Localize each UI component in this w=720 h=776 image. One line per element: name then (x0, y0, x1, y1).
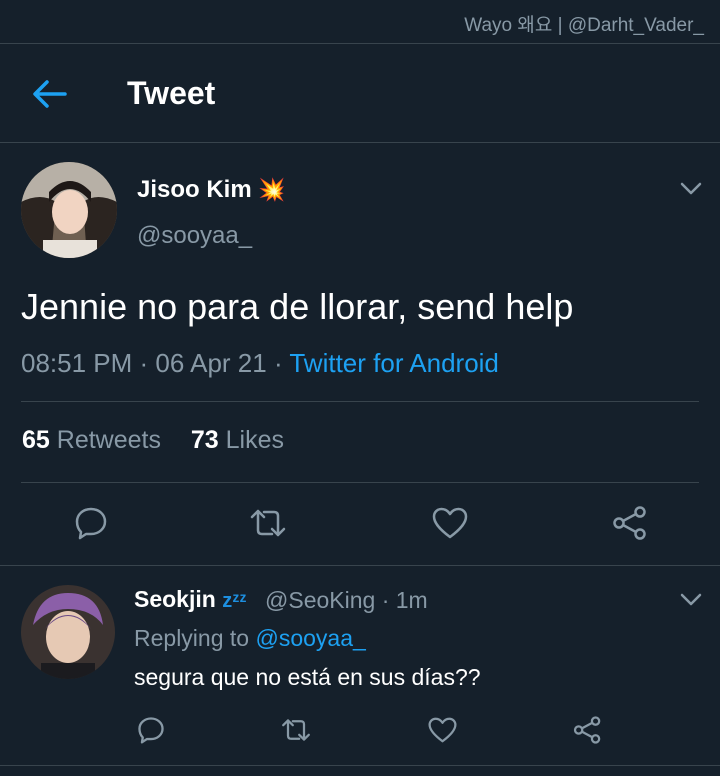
reply-meta: @SeoKing · 1m (265, 587, 428, 614)
tweet-text: Jennie no para de llorar, send help (21, 286, 574, 327)
replying-to: Replying to @sooyaa_ (134, 625, 366, 651)
tweet-source-link[interactable]: Twitter for Android (289, 348, 499, 378)
replying-to-handle-link[interactable]: @sooyaa_ (255, 625, 365, 651)
divider (0, 765, 720, 766)
reply-age: · 1m (375, 587, 428, 613)
retweets-stat[interactable]: 65 Retweets (22, 426, 161, 454)
chevron-down-icon[interactable] (680, 593, 702, 607)
tweet-time: 08:51 PM (21, 348, 133, 378)
explosion-emoji: 💥 (258, 177, 286, 202)
divider (0, 142, 720, 143)
retweet-icon[interactable] (280, 716, 312, 744)
watermark: Wayo 왜요 | @Darht_Vader_ (464, 15, 704, 36)
divider (0, 565, 720, 566)
zzz-emoji: zᶻᶻ (222, 590, 247, 612)
tweet-stats: 65 Retweets 73 Likes (22, 426, 284, 455)
divider (21, 482, 699, 483)
like-icon[interactable] (432, 506, 468, 540)
tweet-date: 06 Apr 21 (155, 348, 267, 378)
divider (21, 401, 699, 402)
reply-text: segura que no está en sus días?? (134, 664, 481, 690)
reply-author-name[interactable]: Seokjin zᶻᶻ (134, 586, 247, 613)
avatar[interactable] (21, 162, 117, 258)
page-title: Tweet (127, 75, 216, 111)
retweet-icon[interactable] (248, 506, 288, 540)
tweet-meta: 08:51 PM · 06 Apr 21 · Twitter for Andro… (21, 348, 499, 378)
share-icon[interactable] (612, 506, 648, 540)
likes-stat[interactable]: 73 Likes (191, 426, 284, 454)
reply-avatar[interactable] (21, 585, 115, 679)
reply-author-handle[interactable]: @SeoKing (265, 587, 375, 613)
like-icon[interactable] (428, 716, 457, 744)
author-name[interactable]: Jisoo Kim 💥 (137, 176, 286, 204)
chevron-down-icon[interactable] (680, 182, 702, 196)
share-icon[interactable] (573, 716, 602, 744)
reply-icon[interactable] (74, 506, 108, 540)
header: Tweet (0, 44, 720, 142)
reply-icon[interactable] (137, 716, 165, 744)
back-arrow-icon[interactable] (30, 78, 68, 110)
author-handle[interactable]: @sooyaa_ (137, 222, 252, 250)
